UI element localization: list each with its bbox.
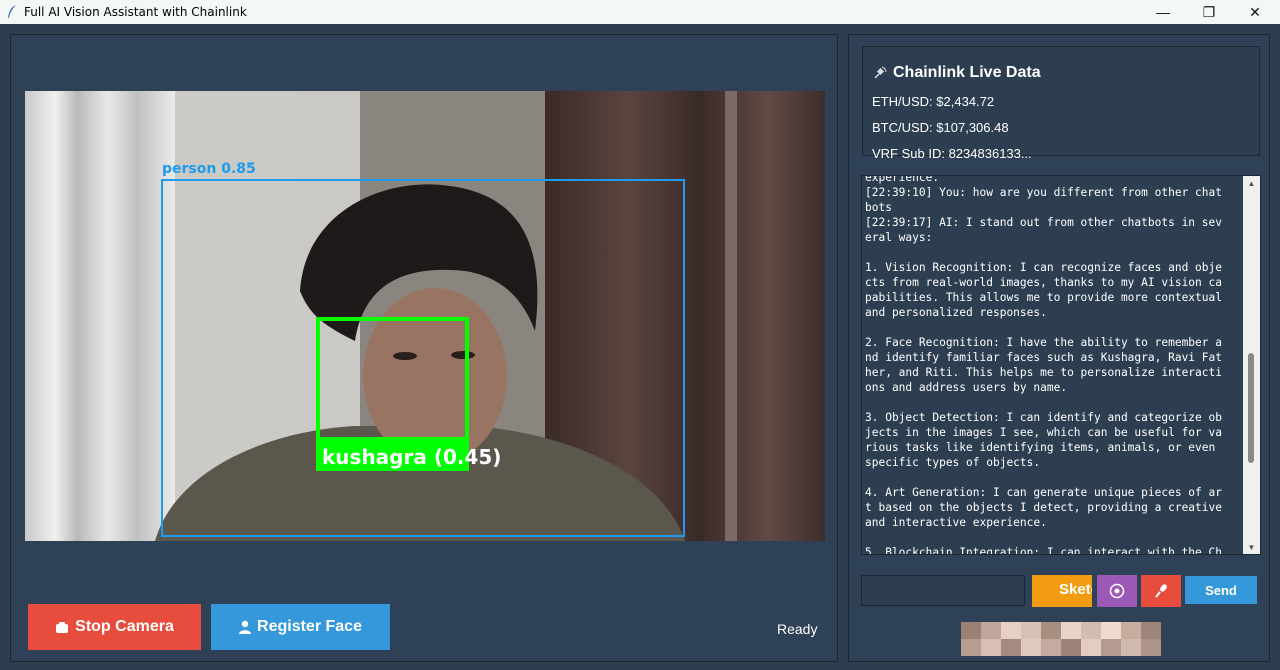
microphone-button[interactable] [1141, 575, 1181, 607]
chat-line: bots [865, 201, 892, 214]
chat-line: and interactive experience. [865, 516, 1047, 529]
person-detection-label: person 0.85 [162, 161, 256, 177]
window-title: Full AI Vision Assistant with Chainlink [24, 5, 247, 19]
chat-line: and personalized responses. [865, 306, 1047, 319]
chat-line: nd identify familiar faces such as Kusha… [865, 351, 1222, 364]
vrf-sub-id: VRF Sub ID: 8234836133... [872, 146, 1032, 161]
chat-log-text: experience. [22:39:10] You: how are you d… [865, 175, 1241, 555]
send-button[interactable]: Send [1185, 576, 1257, 604]
chat-input[interactable] [861, 575, 1025, 606]
feather-icon [8, 5, 16, 18]
minimize-button[interactable]: — [1140, 0, 1186, 24]
chat-line: specific types of objects. [865, 456, 1041, 469]
register-face-label: Register Face [257, 618, 362, 635]
sketch-button[interactable]: Sketch [1032, 575, 1092, 607]
close-button[interactable]: ✕ [1232, 0, 1278, 24]
chat-line: 5. Blockchain Integration: I can interac… [865, 546, 1222, 555]
chat-line: 4. Art Generation: I can generate unique… [865, 486, 1222, 499]
satellite-icon [874, 66, 887, 79]
chat-line: eral ways: [865, 231, 933, 244]
register-face-button[interactable]: Register Face [211, 604, 390, 650]
chat-line: cts from real-world images, thanks to my… [865, 276, 1222, 289]
chat-line: 1. Vision Recognition: I can recognize f… [865, 261, 1222, 274]
chat-line: experience. [865, 175, 940, 184]
chat-line: rious tasks like identifying items, anim… [865, 441, 1216, 454]
eth-price: ETH/USD: $2,434.72 [872, 94, 995, 109]
camera-icon [56, 622, 69, 633]
scroll-down-arrow-icon[interactable]: ▼ [1243, 540, 1260, 554]
chainlink-data-box: Chainlink Live Data ETH/USD: $2,434.72 B… [862, 46, 1260, 161]
chat-scrollbar[interactable]: ▲ ▼ [1243, 176, 1260, 554]
maximize-button[interactable]: ❐ [1186, 0, 1232, 24]
vision-button[interactable] [1097, 575, 1137, 607]
chat-line: jects in the images I see, which can be … [865, 426, 1222, 439]
camera-panel: person 0.85 kushagra (0.45) Stop Camera … [10, 34, 838, 662]
chat-line: 2. Face Recognition: I have the ability … [865, 336, 1222, 349]
chat-line: ons and address users by name. [865, 381, 1068, 394]
chat-line: t based on the objects I detect, providi… [865, 501, 1222, 514]
chat-line: [22:39:17] AI: I stand out from other ch… [865, 216, 1222, 229]
stop-camera-label: Stop Camera [75, 618, 174, 635]
chat-line [865, 470, 1241, 485]
chat-line [865, 320, 1241, 335]
window-titlebar: Full AI Vision Assistant with Chainlink … [0, 0, 1280, 24]
btc-price: BTC/USD: $107,306.48 [872, 120, 1009, 135]
chat-line [865, 530, 1241, 545]
maximize-icon: ❐ [1202, 3, 1216, 20]
eye-icon [1109, 583, 1125, 599]
chat-line: her, and Riti. This helps me to personal… [865, 366, 1222, 379]
camera-feed: person 0.85 kushagra (0.45) [25, 91, 825, 541]
microphone-icon [1155, 584, 1167, 598]
chainlink-title-text: Chainlink Live Data [893, 64, 1041, 81]
scroll-up-arrow-icon[interactable]: ▲ [1243, 176, 1260, 190]
chat-line [865, 395, 1241, 410]
minimize-icon: — [1156, 4, 1170, 20]
chat-log[interactable]: experience. [22:39:10] You: how are you d… [861, 175, 1261, 555]
camera-frame: person 0.85 kushagra (0.45) [25, 91, 825, 541]
close-icon: ✕ [1249, 3, 1261, 20]
chat-line: 3. Object Detection: I can identify and … [865, 411, 1222, 424]
chat-line: pabilities. This allows me to provide mo… [865, 291, 1222, 304]
chat-line [865, 245, 1241, 260]
status-text: Ready [777, 621, 818, 637]
stop-camera-button[interactable]: Stop Camera [28, 604, 201, 650]
face-detection-label: kushagra (0.45) [322, 445, 501, 469]
assistant-panel: Chainlink Live Data ETH/USD: $2,434.72 B… [848, 34, 1270, 662]
scrollbar-thumb[interactable] [1248, 353, 1254, 463]
user-icon [239, 620, 252, 634]
pixelated-image [961, 622, 1161, 656]
chat-line: [22:39:10] You: how are you different fr… [865, 186, 1222, 199]
chainlink-title: Chainlink Live Data [873, 64, 1041, 82]
